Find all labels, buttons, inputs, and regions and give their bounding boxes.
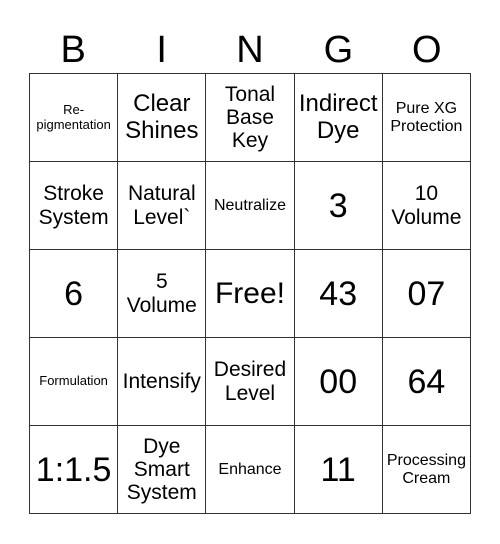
bingo-cell[interactable]: Clear Shines [118,74,207,162]
bingo-cell[interactable]: Enhance [206,426,295,514]
bingo-cell[interactable]: 6 [30,250,119,338]
bingo-cell[interactable]: Dye Smart System [118,426,207,514]
free-space[interactable]: Free! [206,250,295,338]
bingo-cell[interactable]: 10 Volume [382,162,471,250]
bingo-cell[interactable]: 00 [294,338,383,426]
header-letter-b: B [60,29,86,71]
bingo-cell[interactable]: 64 [382,338,471,426]
bingo-cell[interactable]: Tonal Base Key [206,74,295,162]
bingo-cell[interactable]: 07 [382,250,471,338]
header-letter-g: G [323,29,354,71]
header-letter-i: I [156,29,167,71]
bingo-cell[interactable]: Stroke System [30,162,119,250]
bingo-cell[interactable]: 43 [294,250,383,338]
bingo-cell[interactable]: Formulation [30,338,119,426]
bingo-cell[interactable]: Re- pigmentation [30,74,119,162]
bingo-cell[interactable]: 3 [294,162,383,250]
bingo-header: B I N G O [29,28,471,73]
bingo-cell[interactable]: 5 Volume [118,250,207,338]
bingo-card: Re- pigmentation Clear Shines Tonal Base… [29,73,471,514]
bingo-cell[interactable]: 1:1.5 [30,426,119,514]
bingo-cell[interactable]: Processing Cream [382,426,471,514]
bingo-cell[interactable]: Neutralize [206,162,295,250]
bingo-cell[interactable]: Indirect Dye [294,74,383,162]
header-letter-o: O [412,29,442,71]
bingo-cell[interactable]: Intensify [118,338,207,426]
bingo-cell[interactable]: 11 [294,426,383,514]
bingo-cell[interactable]: Pure XG Protection [382,74,471,162]
bingo-cell[interactable]: Natural Level` [118,162,207,250]
bingo-cell[interactable]: Desired Level [206,338,295,426]
header-letter-n: N [236,29,264,71]
